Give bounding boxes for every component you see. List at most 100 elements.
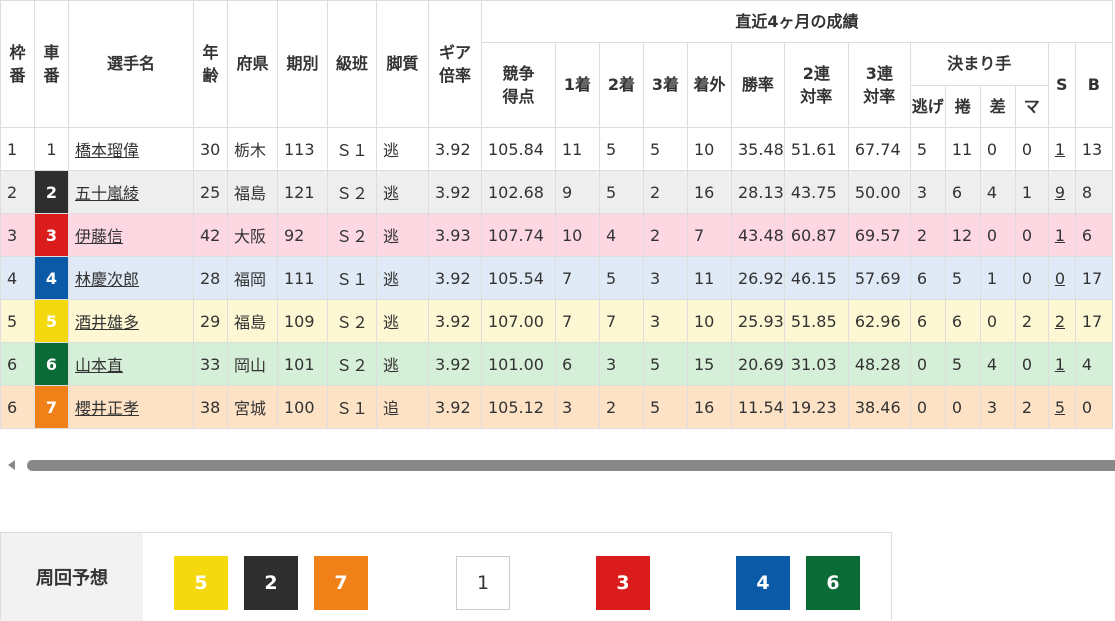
racer-name-link[interactable]: 五十嵐綾 (75, 184, 139, 203)
cell-age: 42 (193, 213, 228, 257)
cell-win: 35.48 (731, 127, 785, 171)
cell-score: 107.74 (481, 213, 556, 257)
cell-win: 20.69 (731, 342, 785, 386)
s-count-link[interactable]: 1 (1055, 355, 1065, 374)
racer-name-link[interactable]: 橋本瑠偉 (75, 141, 139, 160)
cell-age: 28 (193, 256, 228, 300)
cell-sashi: 1 (979, 256, 1016, 300)
cell-mark: 0 (1014, 256, 1049, 300)
cell-out: 10 (687, 127, 732, 171)
s-count-link[interactable]: 9 (1055, 183, 1065, 202)
cell-nige: 6 (909, 299, 946, 343)
cell-r2: 51.61 (783, 127, 849, 171)
cell-name: 橋本瑠偉 (68, 127, 194, 171)
cell-term: 109 (277, 299, 328, 343)
cell-makuri: 11 (944, 127, 981, 171)
cell-first: 10 (555, 213, 600, 257)
cell-gear: 3.92 (428, 127, 482, 171)
s-count-link[interactable]: 1 (1055, 226, 1065, 245)
header-s: S (1047, 42, 1076, 128)
results-table-container: 枠 番 車 番 選手名 年 齢 府県 期別 級班 脚質 ギア 倍率 直近4ヶ月の… (0, 0, 1115, 430)
cell-sashi: 4 (979, 342, 1016, 386)
header-waku: 枠 番 (0, 0, 35, 128)
cell-out: 16 (687, 170, 732, 214)
cell-r3: 48.28 (847, 342, 911, 386)
header-gear: ギア 倍率 (428, 0, 482, 128)
cell-third: 3 (643, 299, 688, 343)
cell-win: 11.54 (731, 385, 785, 429)
s-count-link[interactable]: 5 (1055, 398, 1065, 417)
cell-first: 7 (555, 299, 600, 343)
cell-r3: 50.00 (847, 170, 911, 214)
cell-second: 2 (599, 385, 644, 429)
cell-name: 櫻井正孝 (68, 385, 194, 429)
s-count-link[interactable]: 2 (1055, 312, 1065, 331)
cell-age: 30 (193, 127, 228, 171)
cell-waku: 4 (0, 256, 35, 300)
cell-gear: 3.92 (428, 170, 482, 214)
cell-leg: 逃 (376, 213, 429, 257)
cell-nige: 2 (909, 213, 946, 257)
cell-mark: 0 (1014, 342, 1049, 386)
cell-first: 9 (555, 170, 600, 214)
cell-term: 100 (277, 385, 328, 429)
cell-score: 105.12 (481, 385, 556, 429)
cell-r3: 62.96 (847, 299, 911, 343)
cell-class: Ｓ２ (327, 213, 377, 257)
prediction-car-box: 4 (736, 556, 790, 610)
cell-nige: 0 (909, 385, 946, 429)
header-third: 3着 (643, 42, 688, 128)
racer-table: 枠 番 車 番 選手名 年 齢 府県 期別 級班 脚質 ギア 倍率 直近4ヶ月の… (0, 0, 1113, 429)
cell-win: 28.13 (731, 170, 785, 214)
cell-r2: 46.15 (783, 256, 849, 300)
table-row: 5 5 酒井雄多 29 福島 109 Ｓ２ 逃 3.92 107.00 7 7 3 10 25.93 51.8… (0, 299, 1113, 343)
cell-score: 105.84 (481, 127, 556, 171)
cell-class: Ｓ１ (327, 385, 377, 429)
cell-age: 25 (193, 170, 228, 214)
header-class: 級班 (327, 0, 377, 128)
cell-nige: 3 (909, 170, 946, 214)
prediction-car-box: 2 (244, 556, 298, 610)
cell-win: 43.48 (731, 213, 785, 257)
cell-r3: 69.57 (847, 213, 911, 257)
lap-prediction-panel: 周回予想 527 1 3 46 (0, 532, 892, 621)
cell-s: 2 (1047, 299, 1076, 343)
cell-leg: 逃 (376, 127, 429, 171)
cell-out: 16 (687, 385, 732, 429)
horizontal-scrollbar[interactable] (27, 460, 1115, 471)
racer-name-link[interactable]: 林慶次郎 (75, 270, 139, 289)
cell-second: 5 (599, 256, 644, 300)
cell-nige: 5 (909, 127, 946, 171)
cell-s: 1 (1047, 342, 1076, 386)
s-count-link[interactable]: 1 (1055, 140, 1065, 159)
cell-name: 山本直 (68, 342, 194, 386)
scroll-left-arrow-icon[interactable] (8, 460, 15, 470)
header-mark: マ (1014, 85, 1049, 128)
cell-waku: 6 (0, 385, 35, 429)
cell-makuri: 6 (944, 299, 981, 343)
cell-sha: 7 (34, 385, 69, 429)
racer-name-link[interactable]: 櫻井正孝 (75, 399, 139, 418)
cell-leg: 追 (376, 385, 429, 429)
cell-mark: 0 (1014, 127, 1049, 171)
racer-name-link[interactable]: 酒井雄多 (75, 313, 139, 332)
cell-makuri: 12 (944, 213, 981, 257)
racer-name-link[interactable]: 伊藤信 (75, 227, 123, 246)
cell-class: Ｓ２ (327, 299, 377, 343)
table-row: 6 6 山本直 33 岡山 101 Ｓ２ 逃 3.92 101.00 6 3 5 15 20.69 31.03… (0, 342, 1113, 386)
cell-nige: 0 (909, 342, 946, 386)
header-rate3: 3連 対率 (847, 42, 911, 128)
header-pref: 府県 (227, 0, 278, 128)
header-leg: 脚質 (376, 0, 429, 128)
cell-name: 林慶次郎 (68, 256, 194, 300)
cell-sashi: 0 (979, 213, 1016, 257)
cell-mark: 2 (1014, 385, 1049, 429)
cell-second: 4 (599, 213, 644, 257)
s-count-link[interactable]: 0 (1055, 269, 1065, 288)
cell-second: 5 (599, 127, 644, 171)
cell-leg: 逃 (376, 342, 429, 386)
racer-name-link[interactable]: 山本直 (75, 356, 123, 375)
cell-score: 101.00 (481, 342, 556, 386)
prediction-car-box: 1 (456, 556, 510, 610)
cell-b: 0 (1074, 385, 1113, 429)
